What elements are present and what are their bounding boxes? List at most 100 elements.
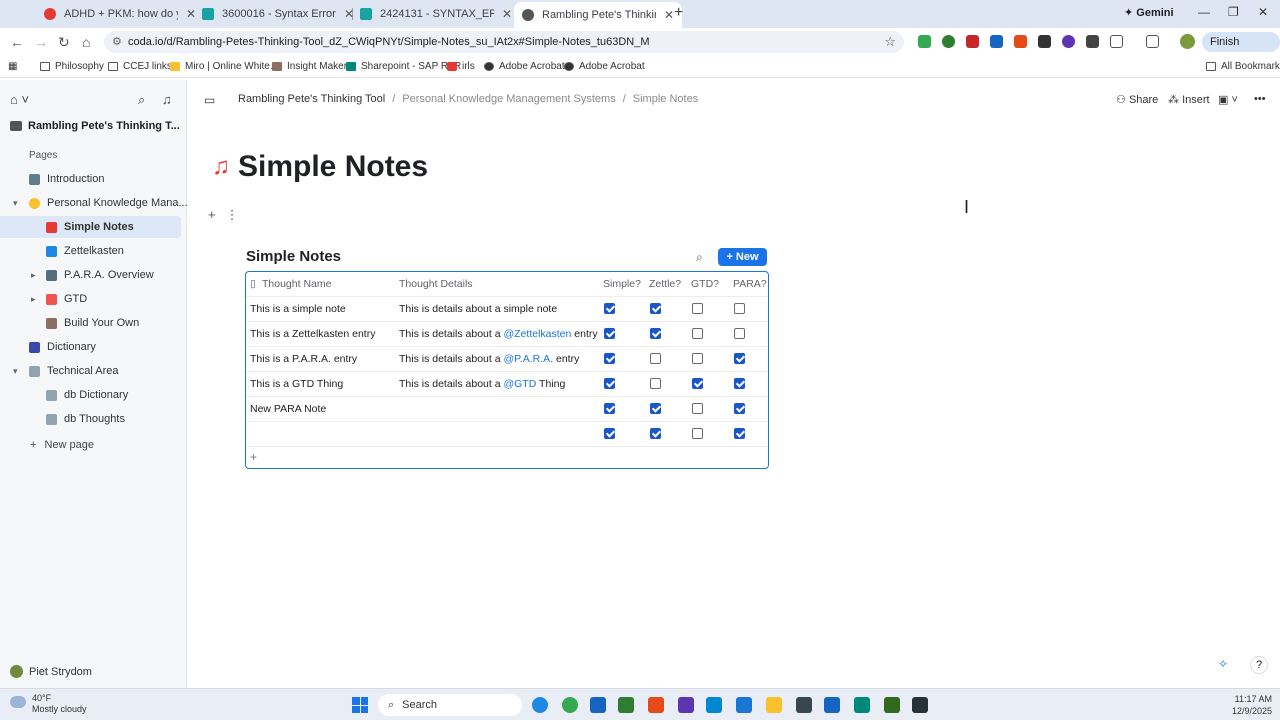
address-bar[interactable]: ⚙ coda.io/d/Rambling-Petes-Thinking-Tool… xyxy=(104,31,904,53)
bookmark-ccej-links[interactable]: CCEJ links xyxy=(108,61,172,72)
all-bookmarks-button[interactable]: All Bookmarks xyxy=(1206,61,1280,72)
column-header-simple[interactable]: Simple? xyxy=(603,278,641,290)
sidebar-item-simple-notes[interactable]: Simple Notes xyxy=(0,216,181,238)
para-checkbox[interactable] xyxy=(734,328,745,339)
sidebar-item-pkm-systems[interactable]: ▾ Personal Knowledge Mana... xyxy=(0,192,188,214)
thought-name-cell[interactable]: This is a Zettelkasten entry xyxy=(250,328,375,340)
gemini-button[interactable]: ✦ Gemini xyxy=(1124,6,1174,19)
simple-checkbox[interactable] xyxy=(604,328,615,339)
extension-icon[interactable] xyxy=(1086,35,1099,48)
thought-details-cell[interactable]: This is details about a @Zettelkasten en… xyxy=(399,328,598,340)
reload-button[interactable]: ↻ xyxy=(58,34,70,51)
pdf-extension-icon[interactable] xyxy=(966,35,979,48)
outlook-icon[interactable] xyxy=(590,697,606,713)
breadcrumb-current[interactable]: Simple Notes xyxy=(633,93,698,105)
puzzle-icon[interactable] xyxy=(1110,35,1123,48)
finish-update-button[interactable]: Finish update ⋮ xyxy=(1202,32,1280,68)
new-page-button[interactable]: + New page xyxy=(30,439,94,451)
profile-avatar[interactable] xyxy=(1180,34,1195,49)
close-window-button[interactable]: ✕ xyxy=(1258,5,1268,19)
thought-name-cell[interactable]: This is a GTD Thing xyxy=(250,378,343,390)
tab-syntax-error-2[interactable]: 2424131 - SYNTAX_ERROR in p ✕ xyxy=(352,2,520,26)
excel-icon[interactable] xyxy=(618,697,634,713)
system-clock[interactable]: 11:17 AM 12/9/2025 xyxy=(1232,693,1272,717)
gtd-checkbox[interactable] xyxy=(692,378,703,389)
bookmark-star-icon[interactable]: ☆ xyxy=(884,34,896,50)
add-block-icon[interactable]: + xyxy=(208,207,216,223)
breadcrumb-doc[interactable]: Rambling Pete's Thinking Tool xyxy=(238,93,385,105)
side-panel-icon[interactable] xyxy=(1146,35,1159,48)
para-checkbox[interactable] xyxy=(734,378,745,389)
sidebar-item-db-thoughts[interactable]: db Thoughts xyxy=(0,408,181,430)
new-tab-button[interactable]: + xyxy=(674,4,683,22)
comments-icon[interactable]: ▣ ˅ xyxy=(1218,93,1238,106)
column-header-thought-name[interactable]: Thought Name xyxy=(262,278,331,290)
extension-icon[interactable] xyxy=(942,35,955,48)
chevron-right-icon[interactable]: ▸ xyxy=(31,294,36,305)
para-checkbox[interactable] xyxy=(734,403,745,414)
zettle-checkbox[interactable] xyxy=(650,428,661,439)
bookmark-adobe-acrobat-1[interactable]: Adobe Acrobat xyxy=(484,61,565,72)
thought-details-cell[interactable]: This is details about a simple note xyxy=(399,303,557,315)
bookmark-irls[interactable]: irls xyxy=(447,61,475,72)
gtd-checkbox[interactable] xyxy=(692,353,703,364)
extension-icon[interactable] xyxy=(990,35,1003,48)
thought-details-cell[interactable]: This is details about a @P.A.R.A. entry xyxy=(399,353,579,365)
simple-checkbox[interactable] xyxy=(604,303,615,314)
zettle-checkbox[interactable] xyxy=(650,378,661,389)
chevron-down-icon[interactable]: ▾ xyxy=(13,366,18,377)
site-info-icon[interactable]: ⚙ xyxy=(112,35,122,48)
thought-name-cell[interactable]: This is a simple note xyxy=(250,303,346,315)
sidebar-item-gtd[interactable]: ▸ GTD xyxy=(0,288,181,310)
sidebar-item-introduction[interactable]: Introduction xyxy=(0,168,181,190)
search-icon[interactable]: ⌕ xyxy=(138,92,145,108)
drive-extension-icon[interactable] xyxy=(918,35,931,48)
mention-chip[interactable]: @GTD xyxy=(503,378,536,390)
table-row[interactable]: This is a Zettelkasten entry This is det… xyxy=(246,322,768,347)
extension-icon[interactable] xyxy=(1038,35,1051,48)
toggle-sidebar-icon[interactable]: ▭ xyxy=(204,93,215,107)
zettle-checkbox[interactable] xyxy=(650,303,661,314)
thought-details-cell[interactable]: This is details about a @GTD Thing xyxy=(399,378,565,390)
calculator-icon[interactable] xyxy=(796,697,812,713)
page-title-text[interactable]: Simple Notes xyxy=(238,150,428,184)
thought-name-cell[interactable]: New PARA Note xyxy=(250,403,326,415)
ai-assistant-icon[interactable]: ✧ xyxy=(1218,657,1228,671)
table-row[interactable] xyxy=(246,422,768,447)
apps-icon[interactable]: ▦ xyxy=(8,61,17,72)
sidebar-item-db-dictionary[interactable]: db Dictionary xyxy=(0,384,181,406)
taskbar-search[interactable]: ⌕ Search xyxy=(378,694,522,716)
close-icon[interactable]: ✕ xyxy=(502,7,512,21)
mention-chip[interactable]: @P.A.R.A. xyxy=(503,353,553,365)
add-row-button[interactable]: + xyxy=(250,450,257,464)
user-profile[interactable]: Piet Strydom xyxy=(10,665,92,678)
para-checkbox[interactable] xyxy=(734,353,745,364)
file-explorer-icon[interactable] xyxy=(766,697,782,713)
share-button[interactable]: ⚇ Share xyxy=(1116,93,1158,106)
forward-button[interactable]: → xyxy=(34,34,48,50)
column-header-zettle[interactable]: Zettle? xyxy=(649,278,681,290)
bookmark-sharepoint[interactable]: Sharepoint - SAP RTR xyxy=(346,61,461,72)
more-options-icon[interactable]: ••• xyxy=(1254,93,1266,105)
edge-icon[interactable] xyxy=(532,697,548,713)
sidebar-item-technical-area[interactable]: ▾ Technical Area xyxy=(0,360,181,382)
column-header-gtd[interactable]: GTD? xyxy=(691,278,719,290)
app-icon[interactable] xyxy=(854,697,870,713)
acrobat-icon[interactable] xyxy=(648,697,664,713)
zettle-checkbox[interactable] xyxy=(650,403,661,414)
zettle-checkbox[interactable] xyxy=(650,328,661,339)
table-row[interactable]: This is a P.A.R.A. entry This is details… xyxy=(246,347,768,372)
table-title[interactable]: Simple Notes xyxy=(246,248,341,265)
gtd-checkbox[interactable] xyxy=(692,403,703,414)
tab-rambling-pete[interactable]: Rambling Pete's Thinking Tool ✕ xyxy=(514,2,682,28)
minimize-button[interactable]: — xyxy=(1198,5,1210,19)
zettle-checkbox[interactable] xyxy=(650,353,661,364)
app-icon[interactable] xyxy=(706,697,722,713)
sidebar-item-para-overview[interactable]: ▸ P.A.R.A. Overview xyxy=(0,264,181,286)
table-row[interactable]: New PARA Note xyxy=(246,397,768,422)
sidebar-item-build-your-own[interactable]: Build Your Own xyxy=(0,312,181,334)
help-button[interactable]: ? xyxy=(1250,656,1268,674)
bookmark-adobe-acrobat-2[interactable]: Adobe Acrobat xyxy=(564,61,645,72)
chevron-right-icon[interactable]: ▸ xyxy=(31,270,36,281)
simple-checkbox[interactable] xyxy=(604,403,615,414)
